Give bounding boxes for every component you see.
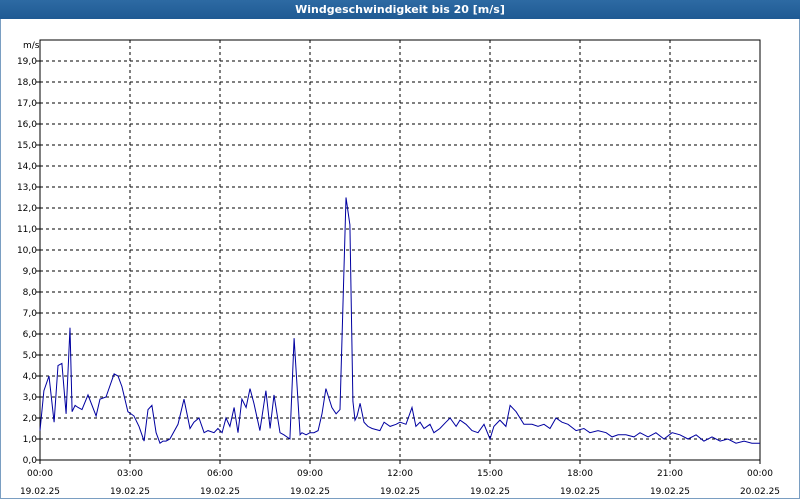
y-tick-label: 8,0 [23, 288, 38, 298]
y-axis-unit: m/s [23, 41, 40, 51]
y-tick-label: 17,0 [17, 99, 37, 109]
x-tick-time-label: 09:00 [297, 469, 323, 479]
x-tick-time-label: 00:00 [27, 469, 53, 479]
x-axis-ticks: 00:00 19.02.25 03:00 19.02.25 06:00 19.02.25 0… [20, 460, 780, 497]
y-tick-label: 0,0 [23, 456, 38, 466]
y-tick-label: 16,0 [17, 120, 37, 130]
x-tick-time-label: 18:00 [567, 469, 593, 479]
wind-speed-chart: m/s 0,0 1,0 2,0 3,0 4,0 5,0 6,0 7,0 8,0 9,0 10,0 11… [17, 39, 780, 497]
y-tick-label: 2,0 [23, 414, 38, 424]
x-tick-date-label: 19.02.25 [470, 487, 510, 497]
y-tick-label: 5,0 [23, 351, 38, 361]
y-tick-label: 19,0 [17, 57, 37, 67]
y-tick-label: 3,0 [23, 393, 38, 403]
y-tick-label: 11,0 [17, 225, 37, 235]
y-tick-label: 14,0 [17, 162, 37, 172]
x-tick-date-label: 19.02.25 [110, 487, 150, 497]
y-tick-label: 13,0 [17, 183, 37, 193]
x-tick-date-label: 19.02.25 [650, 487, 690, 497]
y-axis-ticks: 0,0 1,0 2,0 3,0 4,0 5,0 6,0 7,0 8,0 9,0 10,0 11,0 12… [17, 57, 40, 466]
x-tick-date-label: 19.02.25 [560, 487, 600, 497]
grid-lines [40, 40, 760, 460]
x-tick-date-label: 19.02.25 [20, 487, 60, 497]
x-tick-time-label: 06:00 [207, 469, 233, 479]
y-tick-label: 12,0 [17, 204, 37, 214]
x-tick-date-label: 19.02.25 [380, 487, 420, 497]
x-tick-time-label: 00:00 [747, 469, 773, 479]
y-tick-label: 9,0 [23, 267, 38, 277]
y-tick-label: 10,0 [17, 246, 37, 256]
y-tick-label: 6,0 [23, 330, 38, 340]
x-tick-time-label: 03:00 [117, 469, 143, 479]
y-tick-label: 18,0 [17, 78, 37, 88]
x-tick-time-label: 15:00 [477, 469, 503, 479]
x-tick-date-label: 19.02.25 [290, 487, 330, 497]
x-tick-time-label: 12:00 [387, 469, 413, 479]
x-tick-date-label: 19.02.25 [200, 487, 240, 497]
y-tick-label: 15,0 [17, 141, 37, 151]
y-tick-label: 4,0 [23, 372, 38, 382]
x-tick-time-label: 21:00 [657, 469, 683, 479]
x-tick-date-label: 20.02.25 [740, 487, 780, 497]
y-tick-label: 7,0 [23, 309, 38, 319]
y-tick-label: 1,0 [23, 435, 38, 445]
